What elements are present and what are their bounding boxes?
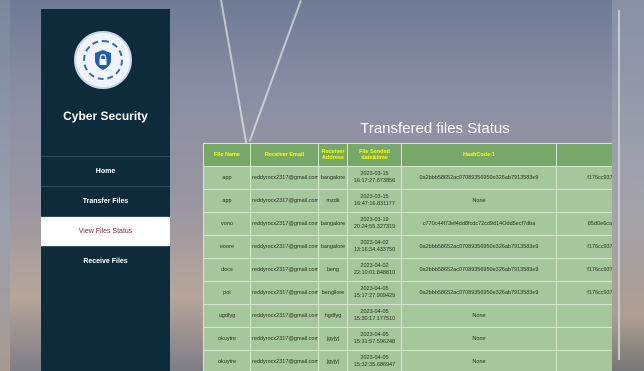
hashcode-2-cell (556, 304, 612, 328)
hashcode-cell: None (401, 350, 557, 371)
file-name-cell: okuytre (203, 350, 251, 371)
file-name-cell: okuytre (203, 327, 251, 351)
table-row: pot reddyrocx2317@gmail.com bengllore 2023-… (203, 281, 612, 305)
sended-datetime-cell: 2023-03-19 20:24:55.327319 (347, 212, 402, 236)
logo (74, 31, 132, 89)
column-header-receiver-email: Receiver Email (250, 143, 319, 167)
file-name-cell: pot (203, 281, 251, 305)
background-light-streak (248, 0, 302, 142)
hashcode-cell: None (401, 304, 557, 328)
hashcode-2-cell: 85d0e6ca (556, 212, 612, 236)
receiver-email-cell: reddyrocx2317@gmail.com (250, 281, 319, 305)
padlock-shield-icon (83, 40, 123, 80)
hashcode-cell: 0a2bbb58652ac07089356950e326ab7913583e9 (401, 258, 557, 282)
receiver-email-cell: reddyrocx2317@gmail.com (250, 212, 319, 236)
sended-datetime-cell: 2023-03-15 16:47:16.831177 (347, 189, 402, 213)
sended-datetime-cell: 2023-04-05 15:30:17.177510 (347, 304, 402, 328)
hashcode-cell: c770c44f73ef4dd8fcdc72cd9d14Odd5ecf7dba (401, 212, 557, 236)
receiver-email-cell: reddyrocx2317@gmail.com (250, 327, 319, 351)
table-row: ugdfyg reddyrocx2317@gmail.com hgdfyg 2023-… (203, 304, 612, 328)
sended-datetime-cell: 2023-04-02 13:16:34.433750 (347, 235, 402, 259)
file-name-cell: app (203, 166, 251, 190)
nav-item-receive-files[interactable]: Receive Files (41, 246, 170, 276)
table-row: okuytre reddyrocx2317@gmail.com jgyjyj 2023… (203, 327, 612, 351)
sended-datetime-cell: 2023-04-05 15:31:57.596248 (347, 327, 402, 351)
background-left-edge (0, 0, 10, 371)
receiver-address-cell: beng (318, 258, 348, 282)
receiver-address-cell: jgyjyj (318, 350, 348, 371)
background-light-streak (220, 0, 249, 148)
page-title: Transfered files Status (360, 120, 510, 137)
browser-scrollbar[interactable] (612, 0, 644, 371)
receiver-email-cell: reddyrocx2317@gmail.com (250, 189, 319, 213)
hashcode-cell: 0a2bbb58652ac07089356950e326ab7913583e9 (401, 281, 557, 305)
nav-item-home[interactable]: Home (41, 156, 170, 186)
receiver-address-cell: jgyjyj (318, 327, 348, 351)
column-header-sended-datetime: File Sended date&time (347, 143, 402, 167)
receiver-address-cell: hgdfyg (318, 304, 348, 328)
table-row: docs reddyrocx2317@gmail.com beng 2023-04-0… (203, 258, 612, 282)
receiver-email-cell: reddyrocx2317@gmail.com (250, 350, 319, 371)
receiver-email-cell: reddyrocx2317@gmail.com (250, 166, 319, 190)
hashcode-cell: 0a2bbb58652ac07089356950e326ab7913583e9 (401, 166, 557, 190)
brand-title: Cyber Security (63, 109, 148, 123)
column-header-hashcode-1: HashCode-1 (401, 143, 557, 167)
receiver-email-cell: reddyrocx2317@gmail.com (250, 235, 319, 259)
column-header-receiver-address: Receiver Address (318, 143, 348, 167)
hashcode-2-cell (556, 189, 612, 213)
nav-item-view-files-status[interactable]: View Files Status (41, 216, 170, 246)
hashcode-cell: None (401, 327, 557, 351)
hashcode-2-cell: f176cc937 (556, 235, 612, 259)
sended-datetime-cell: 2023-04-05 15:17:27.909429 (347, 281, 402, 305)
files-status-table: File Name Receiver Email Receiver Addres… (203, 143, 612, 371)
file-name-cell: app (203, 189, 251, 213)
table-row: app reddyrocx2317@gmail.com bangalore 2023-… (203, 166, 612, 190)
sidebar: Cyber Security Home Transfer Files View … (41, 9, 170, 371)
hashcode-2-cell: f176cc937 (556, 281, 612, 305)
receiver-address-cell: bangalore (318, 212, 348, 236)
column-header-file-name: File Name (203, 143, 251, 167)
table-row: app reddyrocx2317@gmail.com mzdk 2023-03-15… (203, 189, 612, 213)
table-row: okuytre reddyrocx2317@gmail.com jgyjyj 2023… (203, 350, 612, 371)
sended-datetime-cell: 2023-03-15 16:17:27.873856 (347, 166, 402, 190)
hashcode-2-cell (556, 327, 612, 351)
hashcode-cell: None (401, 189, 557, 213)
column-header-hashcode-2 (556, 143, 612, 167)
files-status-table-container: File Name Receiver Email Receiver Addres… (203, 143, 612, 371)
receiver-address-cell: bangalore (318, 166, 348, 190)
hashcode-2-cell: f176cc937 (556, 258, 612, 282)
receiver-address-cell: bengllore (318, 281, 348, 305)
receiver-address-cell: bangalore (318, 235, 348, 259)
file-name-cell: vono (203, 212, 251, 236)
file-name-cell: docs (203, 258, 251, 282)
file-name-cell: ugdfyg (203, 304, 251, 328)
scrollbar-track[interactable] (618, 10, 620, 360)
receiver-address-cell: mzdk (318, 189, 348, 213)
table-row: vono reddyrocx2317@gmail.com bangalore 2023… (203, 212, 612, 236)
hashcode-cell: 0a2bbb58652ac07089356950e326ab7913583e9 (401, 235, 557, 259)
sended-datetime-cell: 2023-04-02 22:10:01.848810 (347, 258, 402, 282)
hashcode-2-cell (556, 350, 612, 371)
receiver-email-cell: reddyrocx2317@gmail.com (250, 304, 319, 328)
hashcode-2-cell: f176cc937 (556, 166, 612, 190)
file-name-cell: eoore (203, 235, 251, 259)
table-header-row: File Name Receiver Email Receiver Addres… (203, 143, 612, 167)
table-row: eoore reddyrocx2317@gmail.com bangalore 202… (203, 235, 612, 259)
sended-datetime-cell: 2023-04-05 15:32:35.686947 (347, 350, 402, 371)
nav-item-transfer-files[interactable]: Transfer Files (41, 186, 170, 216)
receiver-email-cell: reddyrocx2317@gmail.com (250, 258, 319, 282)
sidebar-nav: Home Transfer Files View Files Status Re… (41, 156, 170, 276)
